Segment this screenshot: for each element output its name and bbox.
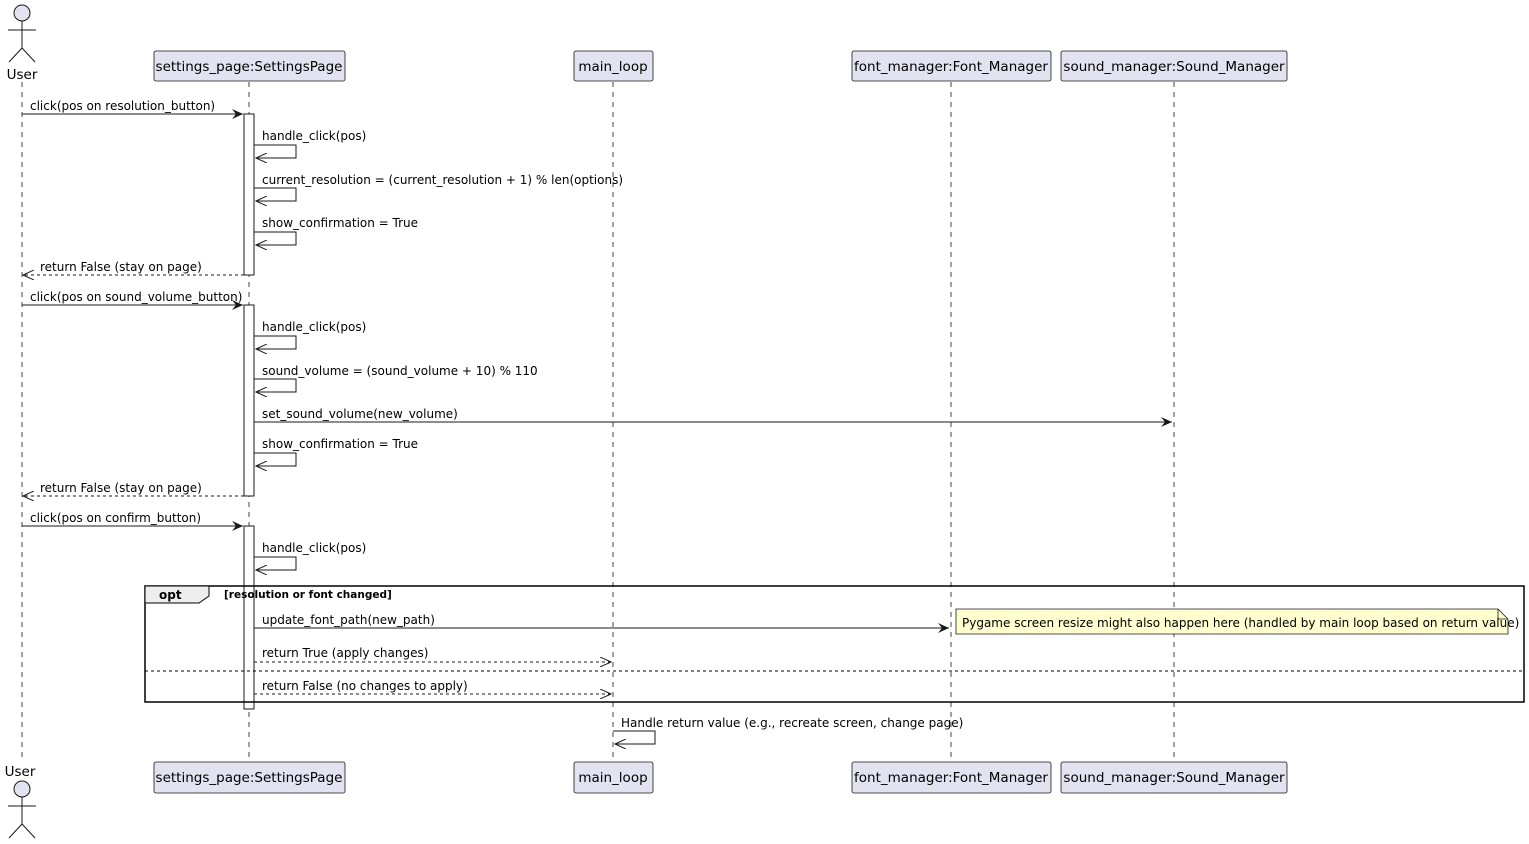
participant-settings-page-top: settings_page:SettingsPage <box>153 50 346 82</box>
message-click-sound-volume: click(pos on sound_volume_button) <box>22 290 243 310</box>
message-update-font-path: update_font_path(new_path) <box>254 613 949 633</box>
participant-sound-manager-top: sound_manager:Sound_Manager <box>1060 50 1288 82</box>
participant-settings-page-bottom: settings_page:SettingsPage <box>153 761 346 794</box>
participant-label: sound_manager:Sound_Manager <box>1063 770 1285 786</box>
participant-main-loop-bottom: main_loop <box>573 761 654 794</box>
message-label: update_font_path(new_path) <box>262 613 435 627</box>
message-handle-click: handle_click(pos) <box>254 541 366 570</box>
message-label: show_confirmation = True <box>262 437 418 451</box>
actor-label: User <box>5 764 36 780</box>
message-handle-return-value: Handle return value (e.g., recreate scre… <box>613 716 963 744</box>
participants-top: User settings_page:SettingsPage main_loo… <box>7 4 1288 83</box>
message-show-confirmation: show_confirmation = True <box>254 437 418 466</box>
participant-sound-manager-bottom: sound_manager:Sound_Manager <box>1060 761 1288 794</box>
message-label: handle_click(pos) <box>262 320 366 334</box>
message-label: return False (stay on page) <box>40 260 202 274</box>
participant-label: settings_page:SettingsPage <box>156 59 343 75</box>
messages: click(pos on resolution_button) handle_c… <box>22 99 1172 570</box>
user-icon <box>8 780 36 839</box>
participant-label: main_loop <box>578 59 647 75</box>
participant-label: font_manager:Font_Manager <box>854 59 1048 75</box>
actor-user-top: User <box>7 4 38 83</box>
message-label: handle_click(pos) <box>262 541 366 555</box>
note: Pygame screen resize might also happen h… <box>955 608 1519 635</box>
participant-main-loop-top: main_loop <box>573 50 654 82</box>
message-label: return True (apply changes) <box>262 646 428 660</box>
message-return-false: return False (no changes to apply) <box>254 679 611 694</box>
message-click-resolution: click(pos on resolution_button) <box>22 99 243 119</box>
participant-label: settings_page:SettingsPage <box>156 770 343 786</box>
message-label: sound_volume = (sound_volume + 10) % 110 <box>262 364 538 378</box>
activation-bar <box>243 113 255 276</box>
message-show-confirmation: show_confirmation = True <box>254 216 418 245</box>
activations <box>243 113 255 710</box>
activation-bar <box>243 525 255 710</box>
message-label: handle_click(pos) <box>262 129 366 143</box>
message-set-sound-volume: set_sound_volume(new_volume) <box>254 407 1172 427</box>
fragment-guard: [resolution or font changed] <box>224 589 392 601</box>
message-label: click(pos on resolution_button) <box>30 99 215 113</box>
activation-bar <box>243 304 255 497</box>
sequence-diagram: User settings_page:SettingsPage main_loo… <box>5 4 1525 839</box>
actor-label: User <box>7 67 38 83</box>
participant-label: main_loop <box>578 770 647 786</box>
participants-bottom: User settings_page:SettingsPage main_loo… <box>5 761 1288 839</box>
message-label: return False (no changes to apply) <box>262 679 468 693</box>
note-text: Pygame screen resize might also happen h… <box>962 616 1519 630</box>
message-label: click(pos on sound_volume_button) <box>30 290 242 304</box>
participant-font-manager-bottom: font_manager:Font_Manager <box>851 761 1052 794</box>
message-label: set_sound_volume(new_volume) <box>262 407 458 421</box>
message-current-resolution: current_resolution = (current_resolution… <box>254 173 623 201</box>
message-sound-volume: sound_volume = (sound_volume + 10) % 110 <box>254 364 538 392</box>
message-return-stay: return False (stay on page) <box>23 260 244 275</box>
message-label: return False (stay on page) <box>40 481 202 495</box>
message-click-confirm: click(pos on confirm_button) <box>22 511 243 531</box>
participant-label: font_manager:Font_Manager <box>854 770 1048 786</box>
message-label: Handle return value (e.g., recreate scre… <box>621 716 963 730</box>
message-return-true: return True (apply changes) <box>254 646 611 662</box>
message-label: current_resolution = (current_resolution… <box>262 173 623 187</box>
actor-user-bottom: User <box>5 764 36 839</box>
participant-label: sound_manager:Sound_Manager <box>1063 59 1285 75</box>
message-label: click(pos on confirm_button) <box>30 511 201 525</box>
participant-font-manager-top: font_manager:Font_Manager <box>851 50 1052 82</box>
message-handle-click: handle_click(pos) <box>254 129 366 158</box>
user-icon <box>8 4 36 63</box>
message-return-stay: return False (stay on page) <box>23 481 244 496</box>
messages-opt: update_font_path(new_path) return True (… <box>254 613 949 694</box>
fragment-keyword: opt <box>159 588 182 602</box>
message-handle-click: handle_click(pos) <box>254 320 366 349</box>
message-label: show_confirmation = True <box>262 216 418 230</box>
